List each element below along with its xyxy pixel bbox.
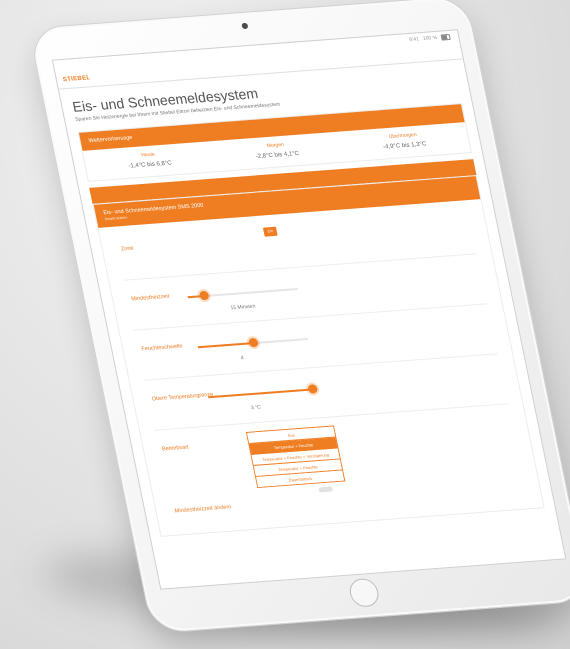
brand-logo[interactable]: STIEBEL xyxy=(62,75,91,83)
min-heat-time-slider[interactable] xyxy=(187,288,298,301)
upper-temp-limit-label: Obere Temperaturgrenze xyxy=(151,391,214,403)
weather-day-tomorrow: Morgen -2,8°C bis 4,1°C xyxy=(253,141,299,160)
scene: 9:41 100 % STIEBEL Eis- und Schneemeldes… xyxy=(0,0,570,649)
slider-fill xyxy=(197,342,254,349)
status-battery-text: 100 % xyxy=(422,34,438,42)
operating-mode-selector: Aus Temperatur + Feuchte Temperatur + Fe… xyxy=(245,425,346,489)
slider-fill xyxy=(208,388,313,399)
main-content: Eis- und Schneemeldesystem Sparen Sie He… xyxy=(59,59,557,549)
weather-day-label: Morgen xyxy=(266,141,285,150)
weather-day-temp: -4,9°C bis 1,3°C xyxy=(382,141,428,151)
slider-handle[interactable] xyxy=(198,290,210,301)
home-button[interactable] xyxy=(347,577,381,608)
slider-handle[interactable] xyxy=(247,337,259,348)
weather-day-label: Heute xyxy=(140,151,156,159)
upper-temp-limit-value: 3 °C xyxy=(250,404,262,412)
weather-day-label: Übermorgen xyxy=(388,131,418,140)
system-settings: Zone Ein Mindestheizzeit 15 Minuten Feuc… xyxy=(98,199,543,536)
min-heat-time-label: Mindestheizzeit xyxy=(130,293,170,303)
footer-label: Mindestheizzeit ändern xyxy=(174,504,233,515)
operating-mode-label: Betriebsart xyxy=(161,444,190,453)
min-heat-time-value: 15 Minuten xyxy=(230,303,257,312)
weather-day-temp: -1,4°C bis 6,8°C xyxy=(127,160,173,170)
battery-icon xyxy=(440,33,451,41)
slider-handle[interactable] xyxy=(307,384,319,394)
zone-toggle-button[interactable]: Ein xyxy=(262,226,278,237)
status-time: 9:41 xyxy=(408,36,420,44)
weather-day-temp: -2,8°C bis 4,1°C xyxy=(255,150,300,161)
camera-icon xyxy=(241,22,249,30)
weather-day-today: Heute -1,4°C bis 6,8°C xyxy=(126,150,173,170)
weather-day-after: Übermorgen -4,9°C bis 1,3°C xyxy=(381,131,428,151)
humidity-threshold-value: 4 xyxy=(240,355,245,362)
tablet-device: 9:41 100 % STIEBEL Eis- und Schneemeldes… xyxy=(28,0,570,634)
footer-toggle[interactable] xyxy=(318,486,334,493)
tablet-screen: 9:41 100 % STIEBEL Eis- und Schneemeldes… xyxy=(51,29,567,590)
humidity-threshold-label: Feuchteschwelle xyxy=(141,343,184,353)
humidity-threshold-slider[interactable] xyxy=(197,337,309,349)
zone-label: Zone xyxy=(120,245,135,253)
system-card: Eis- und Schneemeldesystem SMS 2000 Deta… xyxy=(92,175,545,537)
upper-temp-limit-slider[interactable] xyxy=(208,384,319,399)
